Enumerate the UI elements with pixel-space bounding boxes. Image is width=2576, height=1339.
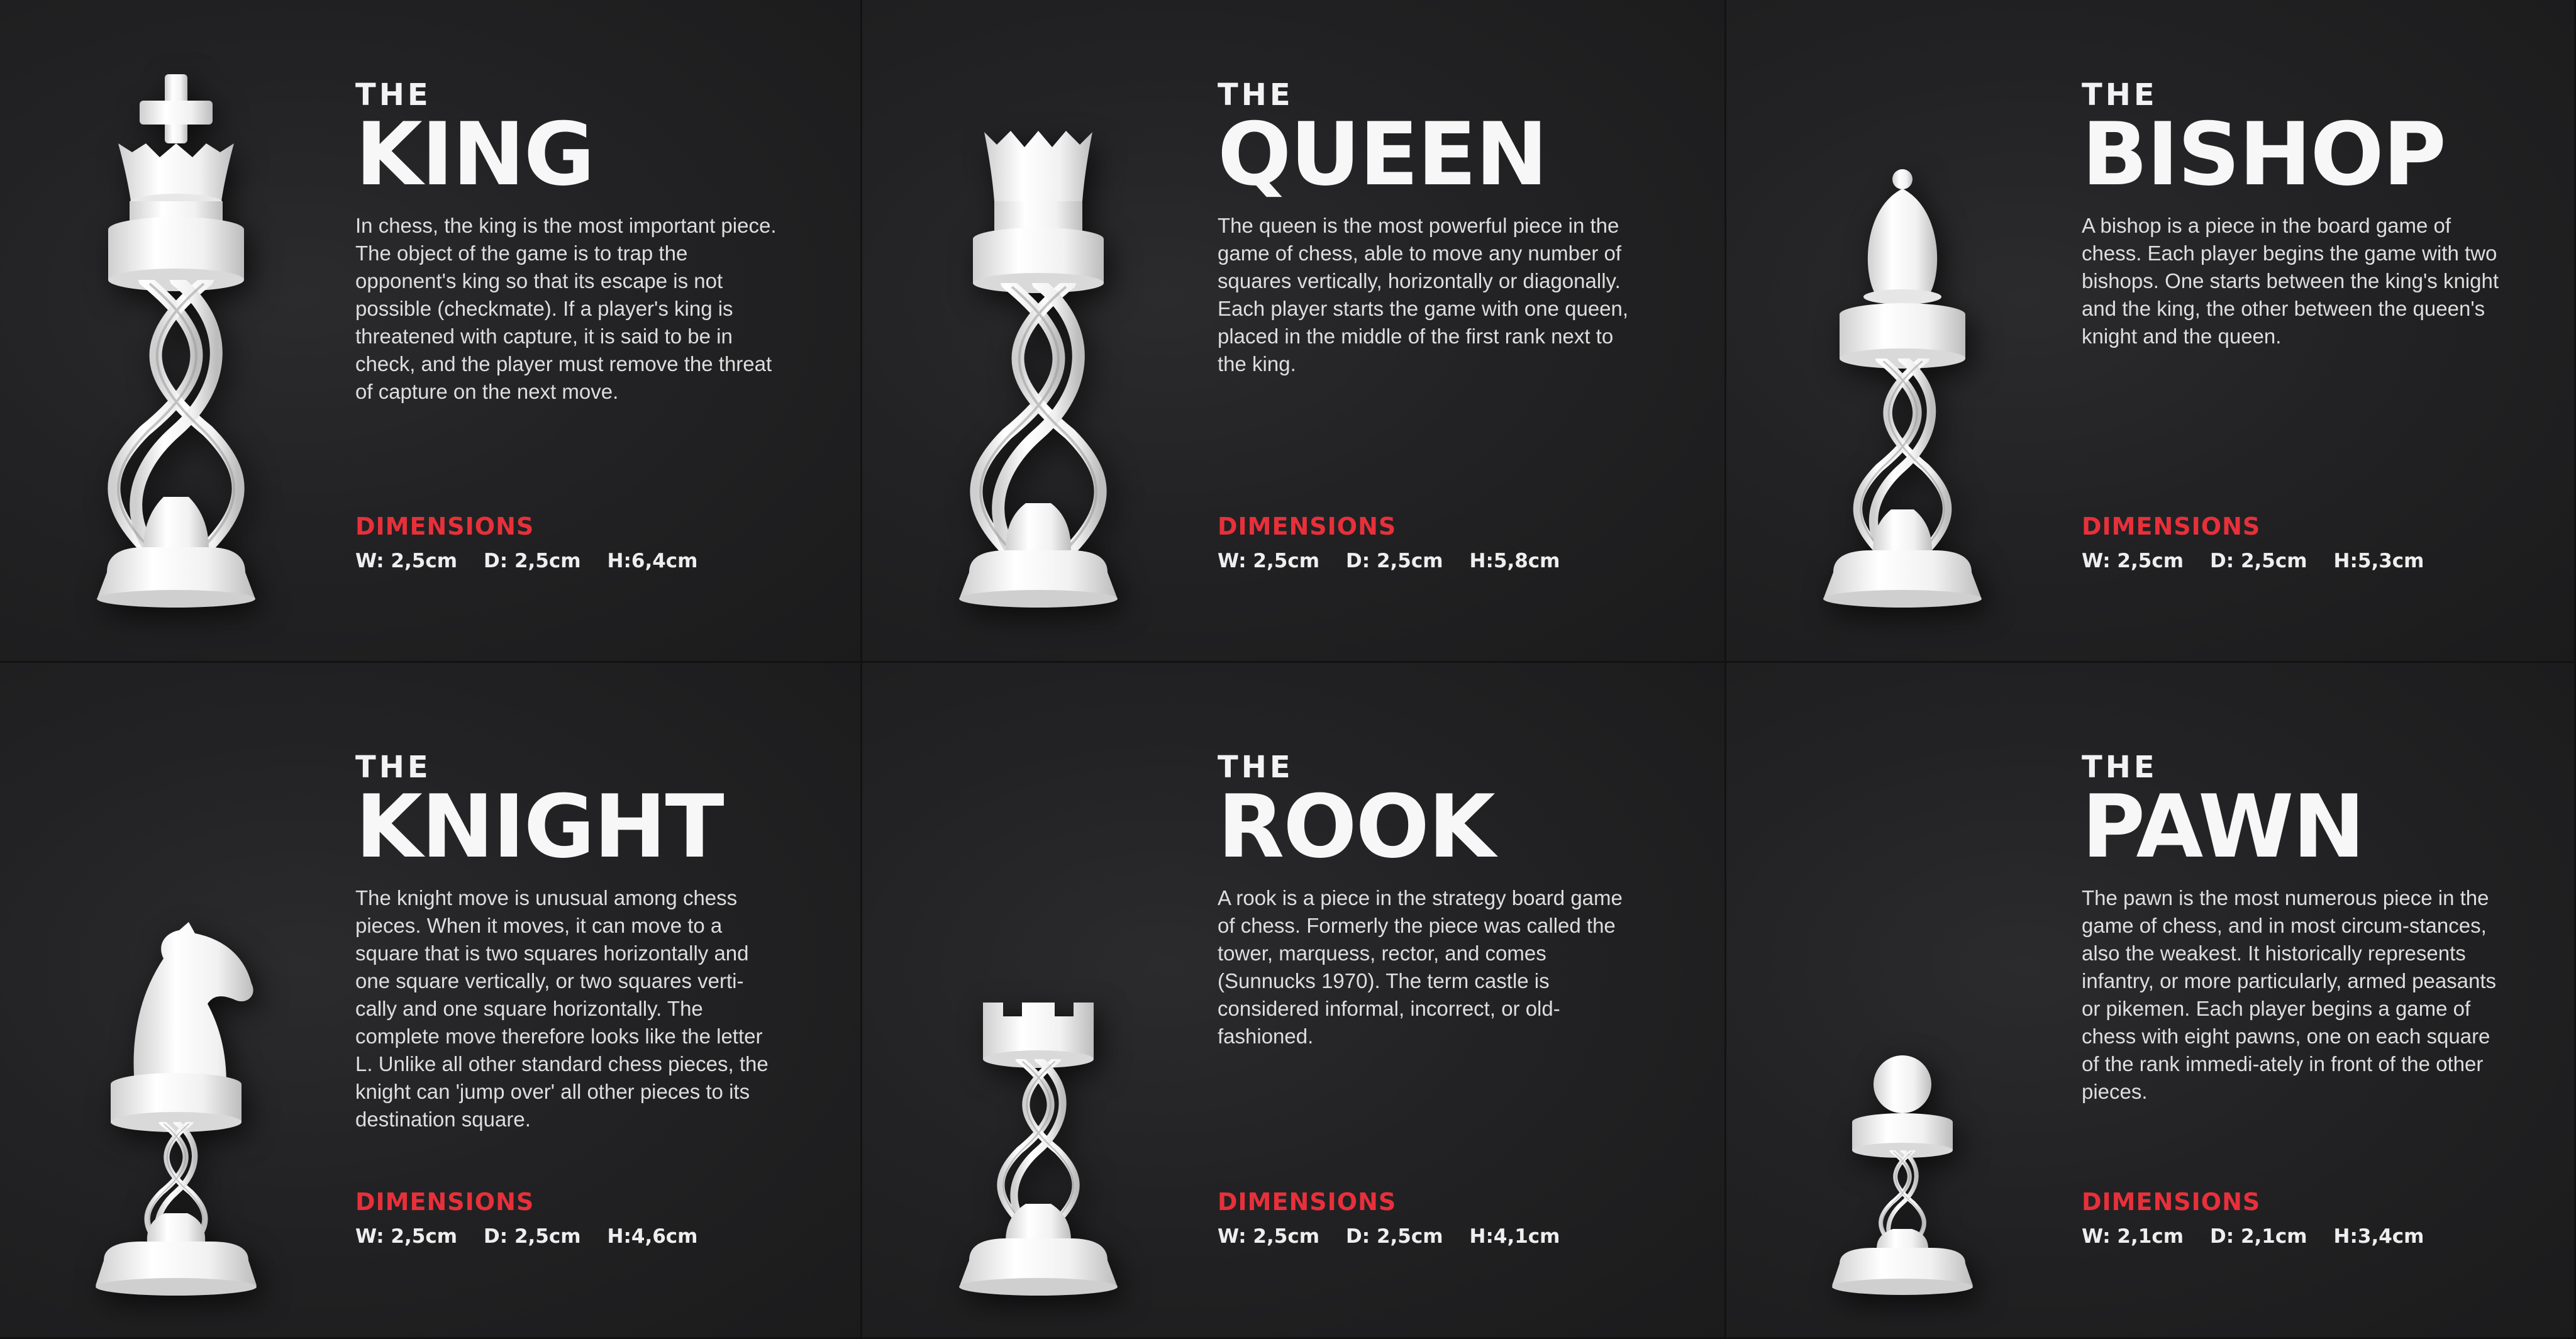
dimensions-heading: DIMENSIONS [1218, 1188, 1397, 1216]
dimensions-heading: DIMENSIONS [355, 1188, 535, 1216]
dimensions-heading: DIMENSIONS [2082, 513, 2261, 540]
dimensions-values: W: 2,5cm D: 2,5cm H:4,6cm [355, 1225, 724, 1248]
pawn-piece-icon [1832, 1055, 1973, 1295]
dimensions-values: W: 2,1cm D: 2,1cm H:3,4cm [2082, 1225, 2450, 1248]
dimension-width: W: 2,5cm [2082, 550, 2184, 572]
piece-title: ROOK [1218, 776, 1496, 877]
dimension-height: H:5,3cm [2333, 550, 2424, 572]
dimension-width: W: 2,5cm [355, 1225, 458, 1248]
card-queen: THE QUEEN The queen is the most powerful… [862, 0, 1726, 663]
dimension-height: H:6,4cm [607, 550, 698, 572]
piece-description: The knight move is unusual among chess p… [355, 886, 769, 1131]
card-bishop: THE BISHOP A bishop is a piece in the bo… [1726, 0, 2576, 663]
dimensions-values: W: 2,5cm D: 2,5cm H:6,4cm [355, 550, 724, 572]
dimension-width: W: 2,5cm [1218, 550, 1320, 572]
rook-piece-icon [959, 1003, 1118, 1296]
bishop-piece-icon [1823, 169, 1982, 608]
card-pawn: THE PAWN The pawn is the most numerous p… [1726, 663, 2576, 1339]
card-knight: THE KNIGHT The knight move is unusual am… [0, 663, 862, 1339]
dimensions-values: W: 2,5cm D: 2,5cm H:5,8cm [1218, 550, 1586, 572]
dimensions-values: W: 2,5cm D: 2,5cm H:5,3cm [2082, 550, 2450, 572]
piece-title: KING [355, 104, 595, 205]
dimension-depth: D: 2,5cm [1346, 1225, 1443, 1248]
piece-title: KNIGHT [355, 776, 724, 877]
dimension-depth: D: 2,1cm [2210, 1225, 2307, 1248]
piece-title: BISHOP [2082, 104, 2446, 205]
piece-description: The queen is the most powerful piece in … [1218, 214, 1629, 375]
piece-description: In chess, the king is the most important… [355, 214, 777, 403]
dimension-width: W: 2,5cm [355, 550, 458, 572]
dimension-height: H:5,8cm [1469, 550, 1560, 572]
dimensions-heading: DIMENSIONS [2082, 1188, 2261, 1216]
piece-description: A rook is a piece in the strategy board … [1218, 886, 1623, 1048]
card-rook: THE ROOK A rook is a piece in the strate… [862, 663, 1726, 1339]
card-king: THE KING In chess, the king is the most … [0, 0, 862, 663]
piece-description: The pawn is the most numerous piece in t… [2082, 886, 2497, 1103]
dimension-height: H:4,1cm [1469, 1225, 1560, 1248]
dimension-depth: D: 2,5cm [484, 1225, 581, 1248]
piece-description: A bishop is a piece in the board game of… [2082, 214, 2499, 348]
piece-title: QUEEN [1218, 104, 1548, 205]
knight-piece-icon [96, 922, 257, 1296]
dimension-depth: D: 2,5cm [484, 550, 581, 572]
dimensions-heading: DIMENSIONS [355, 513, 535, 540]
dimension-width: W: 2,5cm [1218, 1225, 1320, 1248]
dimension-width: W: 2,1cm [2082, 1225, 2184, 1248]
piece-title: PAWN [2082, 776, 2365, 877]
dimensions-heading: DIMENSIONS [1218, 513, 1397, 540]
dimension-height: H:4,6cm [607, 1225, 698, 1248]
dimensions-values: W: 2,5cm D: 2,5cm H:4,1cm [1218, 1225, 1586, 1248]
dimension-height: H:3,4cm [2333, 1225, 2424, 1248]
dimension-depth: D: 2,5cm [2210, 550, 2307, 572]
king-piece-icon [97, 74, 255, 608]
queen-piece-icon [959, 131, 1118, 608]
dimension-depth: D: 2,5cm [1346, 550, 1443, 572]
